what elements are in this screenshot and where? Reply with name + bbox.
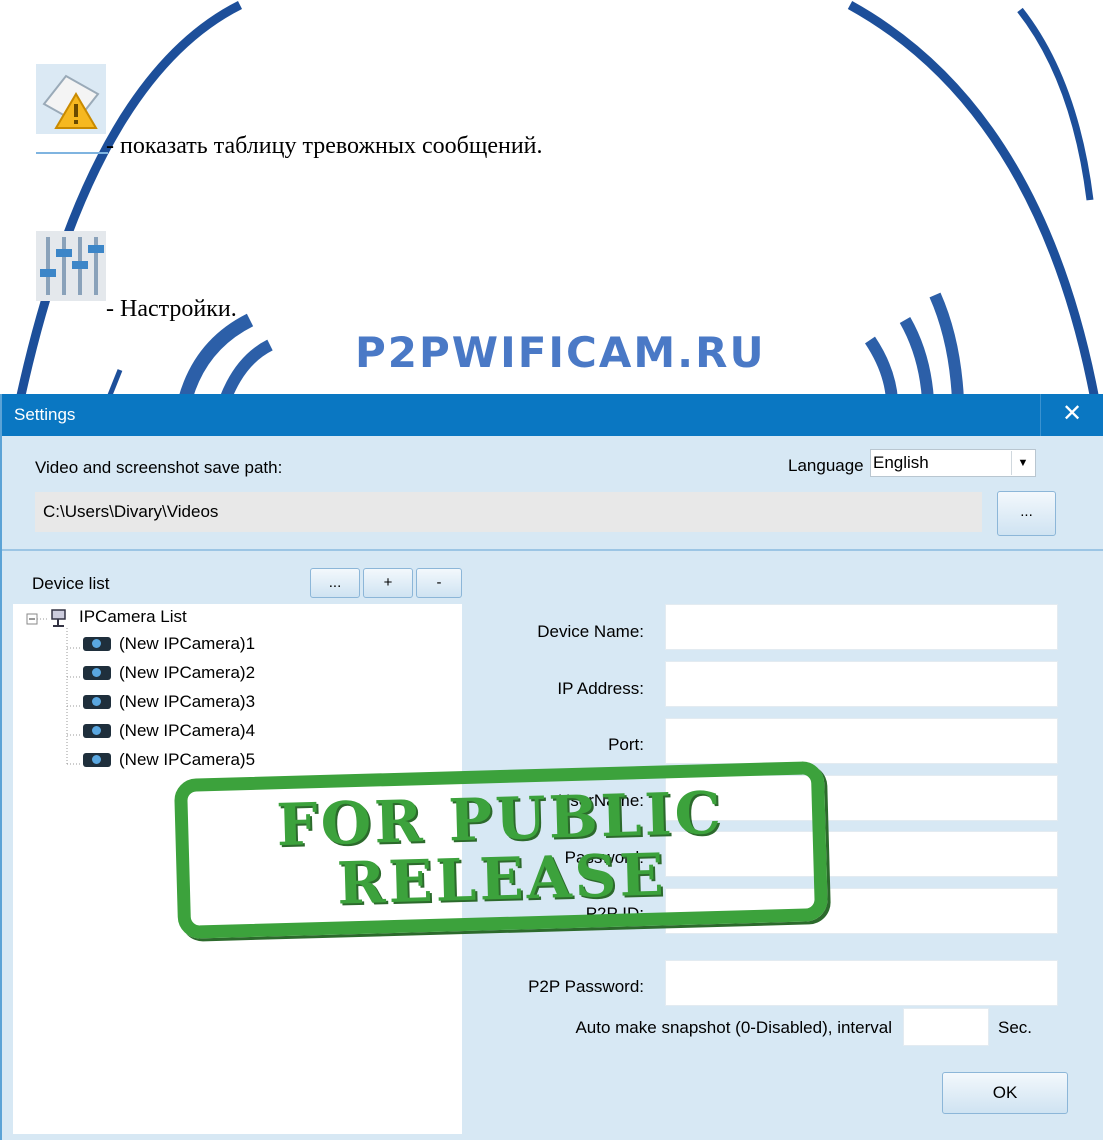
- settings-sliders-icon: [36, 231, 106, 301]
- language-select[interactable]: English ▼: [870, 449, 1036, 477]
- settings-description: - Настройки.: [106, 296, 237, 322]
- alarm-icon-underline: [36, 152, 108, 154]
- device-list-label: Device list: [32, 574, 110, 593]
- chevron-down-icon[interactable]: ▼: [1011, 451, 1034, 475]
- p2p-password-label: P2P Password:: [528, 977, 644, 996]
- release-stamp: FOR PUBLIC RELEASE: [173, 760, 829, 940]
- camera-icon: [83, 695, 111, 709]
- camera-icon: [83, 753, 111, 767]
- close-button[interactable]: ✕: [1040, 394, 1103, 436]
- watermark-text: P2PWIFICAM.RU: [355, 328, 766, 377]
- save-path-field[interactable]: C:\Users\Divary\Videos: [35, 492, 982, 532]
- save-path-value: C:\Users\Divary\Videos: [43, 502, 219, 521]
- tree-item-label: (New IPCamera)4: [119, 721, 256, 740]
- device-name-field[interactable]: [665, 604, 1058, 650]
- p2p-password-field[interactable]: [665, 960, 1058, 1006]
- tree-root-label: IPCamera List: [79, 607, 187, 626]
- tree-item[interactable]: (New IPCamera)5: [83, 750, 255, 770]
- tree-item[interactable]: (New IPCamera)4: [83, 721, 255, 741]
- device-more-button[interactable]: ...: [310, 568, 360, 598]
- tree-item-label: (New IPCamera)3: [119, 692, 256, 711]
- device-name-label: Device Name:: [537, 622, 644, 641]
- device-remove-button[interactable]: -: [416, 568, 462, 598]
- language-label: Language: [788, 456, 864, 475]
- ok-button[interactable]: OK: [942, 1072, 1068, 1114]
- tree-item[interactable]: (New IPCamera)1: [83, 634, 255, 654]
- device-add-button[interactable]: +: [363, 568, 413, 598]
- ip-address-label: IP Address:: [557, 679, 644, 698]
- camera-list-icon: [49, 606, 71, 628]
- tree-root[interactable]: IPCamera List: [49, 606, 187, 628]
- port-label: Port:: [608, 735, 644, 754]
- save-path-label: Video and screenshot save path:: [35, 458, 283, 477]
- alarm-description: - показать таблицу тревожных сообщений.: [106, 133, 543, 159]
- snapshot-unit: Sec.: [998, 1018, 1033, 1037]
- port-field[interactable]: [665, 718, 1058, 764]
- camera-icon: [83, 666, 111, 680]
- language-value: English: [873, 453, 929, 472]
- ip-address-field[interactable]: [665, 661, 1058, 707]
- dialog-titlebar: Settings ✕: [2, 394, 1103, 436]
- tree-item[interactable]: (New IPCamera)2: [83, 663, 255, 683]
- alarm-table-icon: [36, 64, 106, 134]
- tree-item-label: (New IPCamera)2: [119, 663, 256, 682]
- tree-item-label: (New IPCamera)1: [119, 634, 256, 653]
- snapshot-interval-field[interactable]: [903, 1008, 989, 1046]
- tree-lines: [26, 613, 81, 765]
- camera-icon: [83, 637, 111, 651]
- dialog-title: Settings: [14, 405, 76, 424]
- tree-item-label: (New IPCamera)5: [119, 750, 256, 769]
- divider: [2, 549, 1103, 551]
- tree-item[interactable]: (New IPCamera)3: [83, 692, 255, 712]
- camera-icon: [83, 724, 111, 738]
- snapshot-label: Auto make snapshot (0-Disabled), interva…: [575, 1018, 892, 1037]
- browse-button[interactable]: ...: [997, 491, 1056, 536]
- settings-dialog: Settings ✕ Video and screenshot save pat…: [0, 394, 1103, 1140]
